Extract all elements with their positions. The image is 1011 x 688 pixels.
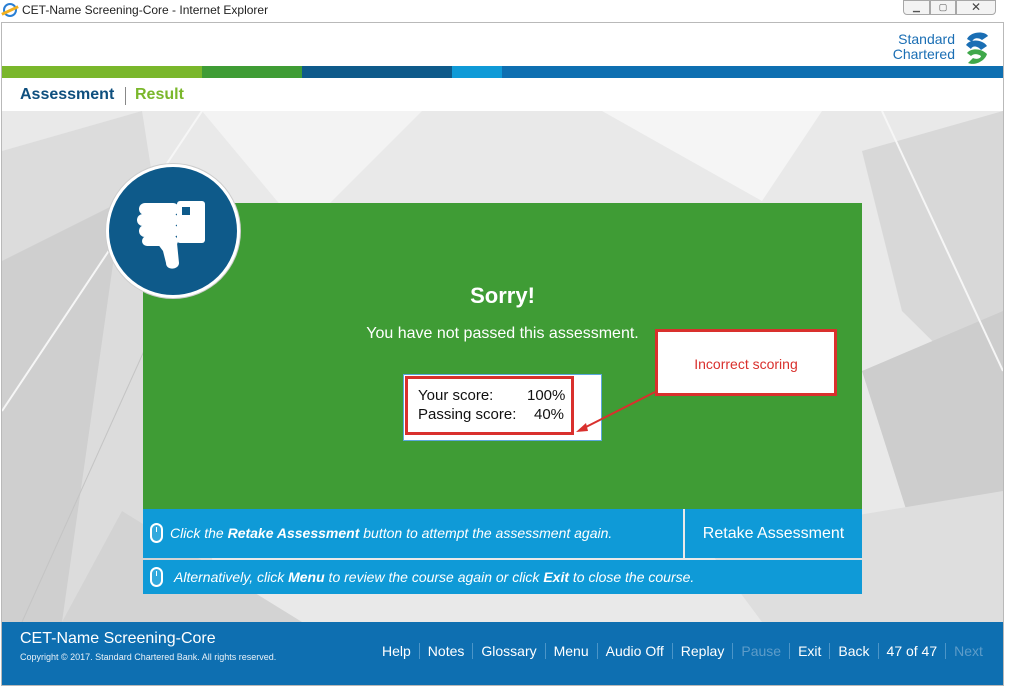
tab-assessment[interactable]: Assessment [20, 86, 114, 104]
notes-button[interactable]: Notes [418, 643, 473, 659]
menu-button[interactable]: Menu [544, 643, 597, 659]
instruction-text: Click the [170, 525, 228, 541]
course-title: CET-Name Screening-Core [20, 630, 216, 647]
copyright-text: Copyright © 2017. Standard Chartered Ban… [20, 652, 277, 662]
passing-score-row: Passing score: 40% [418, 406, 564, 423]
instruction-text: to review the course again or click [324, 569, 544, 585]
window-title: CET-Name Screening-Core - Internet Explo… [22, 3, 269, 17]
internet-explorer-icon [3, 3, 17, 17]
mouse-icon [150, 567, 163, 587]
retake-instruction: Click the Retake Assessment button to at… [143, 509, 683, 558]
thumbs-down-badge [106, 164, 240, 298]
close-button[interactable]: ✕ [956, 0, 996, 15]
breadcrumb-nav: Assessment Result [2, 78, 1003, 111]
result-heading: Sorry! [470, 283, 535, 308]
course-frame: Standard Chartered Assessment Result Sor… [1, 22, 1004, 686]
standard-chartered-logo: Standard Chartered [883, 29, 993, 67]
next-button[interactable]: Next [945, 643, 991, 659]
instruction-bold: Retake Assessment [227, 525, 360, 541]
your-score-value: 100% [527, 387, 566, 404]
minimize-button[interactable]: ▁ [903, 0, 930, 15]
tab-result[interactable]: Result [135, 86, 184, 104]
standard-chartered-mark-icon [966, 32, 988, 64]
footer-nav: Help Notes Glossary Menu Audio Off Replay Paus… [380, 643, 991, 659]
logo-line-2: Chartered [892, 46, 955, 62]
instruction-text: to close the course. [569, 569, 695, 585]
retake-assessment-button[interactable]: Retake Assessment [685, 509, 862, 558]
help-button[interactable]: Help [380, 643, 419, 659]
maximize-button[interactable]: ▢ [930, 0, 956, 15]
page-counter: 47 of 47 [877, 643, 946, 659]
logo-line-1: Standard [898, 31, 955, 47]
mouse-icon [150, 523, 163, 543]
tab-divider [125, 87, 126, 105]
annotation-text: Incorrect scoring [694, 356, 798, 372]
passing-score-label: Passing score: [418, 406, 517, 423]
annotation-callout: Incorrect scoring [655, 329, 837, 396]
replay-button[interactable]: Replay [671, 643, 733, 659]
alternative-instruction: Alternatively, click Menu to review the … [143, 560, 862, 594]
content-stage: Sorry! You have not passed this assessme… [2, 111, 1003, 622]
glossary-button[interactable]: Glossary [472, 643, 544, 659]
your-score-row: Your score: 100% [418, 387, 565, 404]
instruction-text: Alternatively, click [174, 569, 289, 585]
instruction-bold: Menu [288, 569, 325, 585]
passing-score-value: 40% [534, 406, 565, 423]
instruction-text: button to attempt the assessment again. [359, 525, 613, 541]
instruction-bold: Exit [543, 569, 570, 585]
course-footer: CET-Name Screening-Core Copyright © 2017… [2, 622, 1003, 685]
your-score-label: Your score: [418, 387, 494, 404]
thumbs-down-icon [137, 201, 205, 269]
audio-toggle-button[interactable]: Audio Off [596, 643, 672, 659]
header-color-stripe [2, 66, 1003, 78]
back-button[interactable]: Back [829, 643, 877, 659]
window-titlebar: CET-Name Screening-Core - Internet Explo… [0, 0, 1011, 22]
exit-button[interactable]: Exit [789, 643, 829, 659]
pause-button[interactable]: Pause [732, 643, 789, 659]
